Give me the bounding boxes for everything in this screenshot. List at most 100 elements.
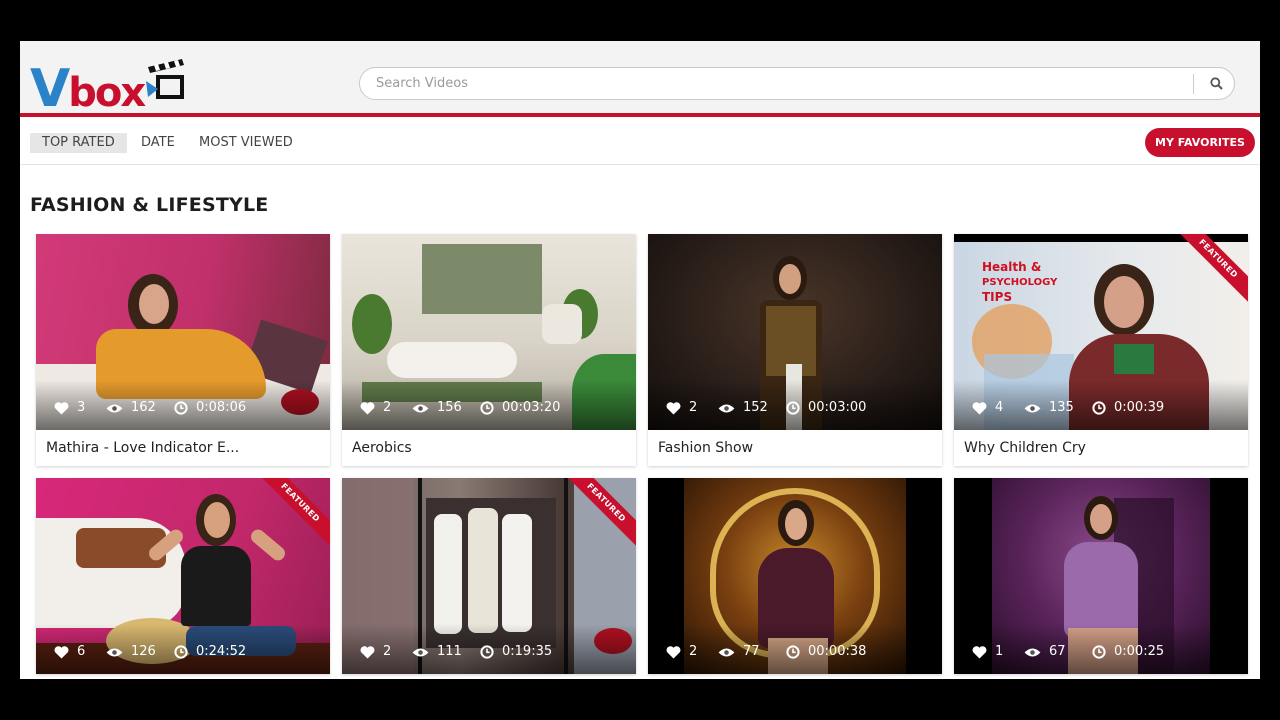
view-count: 67 — [1024, 643, 1066, 661]
clock-icon — [174, 645, 196, 659]
video-card[interactable]: Health & PSYCHOLOGY TIPS FEATURED 4 135 0:00… — [954, 234, 1248, 466]
heart-icon — [972, 401, 995, 415]
video-card[interactable]: 2 77 00:00:38 — [648, 478, 942, 674]
heart-icon — [666, 401, 689, 415]
video-stats: 2 156 00:03:20 — [342, 380, 636, 430]
like-count: 2 — [360, 399, 391, 417]
video-stats: 3 162 0:08:06 — [36, 380, 330, 430]
view-count-text: 135 — [1049, 400, 1074, 415]
view-count: 162 — [106, 399, 156, 417]
like-count-text: 1 — [995, 644, 1004, 659]
video-card[interactable]: FEATURED 6 126 0:24:52 — [36, 478, 330, 674]
like-count: 6 — [54, 643, 85, 661]
video-duration: 0:08:06 — [174, 399, 246, 417]
video-duration-text: 00:03:20 — [502, 400, 561, 415]
video-duration-text: 00:00:38 — [808, 644, 867, 659]
video-stats: 2 111 0:19:35 — [342, 624, 636, 674]
like-count: 2 — [666, 399, 697, 417]
clock-icon — [1092, 401, 1114, 415]
heart-icon — [360, 401, 383, 415]
like-count-text: 6 — [77, 644, 86, 659]
browser-viewport: Vbox TOP RATED DATE MOST VIEW — [20, 41, 1260, 679]
video-title[interactable]: Mathira - Love Indicator E... — [36, 430, 330, 466]
video-duration: 00:03:20 — [480, 399, 560, 417]
video-title[interactable]: Fashion Show — [648, 430, 942, 466]
like-count-text: 2 — [383, 644, 392, 659]
video-thumbnail[interactable]: FEATURED 6 126 0:24:52 — [36, 478, 330, 674]
heart-icon — [972, 645, 995, 659]
view-count: 152 — [718, 399, 768, 417]
clapperboard-icon — [146, 59, 184, 99]
eye-icon — [106, 647, 131, 658]
video-thumbnail[interactable]: 2 156 00:03:20 — [342, 234, 636, 430]
view-count-text: 162 — [131, 400, 156, 415]
like-count-text: 4 — [995, 400, 1004, 415]
view-count-text: 126 — [131, 644, 156, 659]
view-count-text: 67 — [1049, 644, 1066, 659]
tab-date[interactable]: DATE — [141, 133, 175, 153]
search-divider — [1193, 74, 1194, 94]
video-duration-text: 0:00:39 — [1114, 400, 1165, 415]
video-duration-text: 0:19:35 — [502, 644, 553, 659]
video-card[interactable]: 2 156 00:03:20 Aerobics — [342, 234, 636, 466]
clock-icon — [174, 401, 196, 415]
eye-icon — [1024, 647, 1049, 658]
eye-icon — [718, 403, 743, 414]
like-count-text: 3 — [77, 400, 86, 415]
video-card[interactable]: 2 152 00:03:00 Fashion Show — [648, 234, 942, 466]
tab-most-viewed[interactable]: MOST VIEWED — [199, 133, 293, 153]
view-count: 126 — [106, 643, 156, 661]
view-count: 135 — [1024, 399, 1074, 417]
view-count-text: 156 — [437, 400, 462, 415]
logo-word-box: box — [68, 70, 146, 116]
video-stats: 2 77 00:00:38 — [648, 624, 942, 674]
sort-toolbar: TOP RATED DATE MOST VIEWED MY FAVORITES — [20, 121, 1260, 165]
video-thumbnail[interactable]: 1 67 0:00:25 — [954, 478, 1248, 674]
clock-icon — [786, 401, 808, 415]
logo-text: Vbox — [30, 59, 146, 119]
video-duration-text: 0:24:52 — [196, 644, 247, 659]
heart-icon — [360, 645, 383, 659]
video-stats: 2 152 00:03:00 — [648, 380, 942, 430]
clock-icon — [1092, 645, 1114, 659]
my-favorites-button[interactable]: MY FAVORITES — [1145, 128, 1255, 157]
search-button[interactable] — [1198, 68, 1234, 99]
eye-icon — [412, 403, 437, 414]
eye-icon — [106, 403, 131, 414]
video-thumbnail[interactable]: 3 162 0:08:06 — [36, 234, 330, 430]
search-bar — [359, 67, 1235, 100]
video-duration: 0:00:25 — [1092, 643, 1164, 661]
video-card[interactable]: 1 67 0:00:25 — [954, 478, 1248, 674]
section-title: FASHION & LIFESTYLE — [30, 194, 269, 216]
like-count-text: 2 — [689, 644, 698, 659]
tab-top-rated[interactable]: TOP RATED — [30, 133, 127, 153]
video-stats: 6 126 0:24:52 — [36, 624, 330, 674]
eye-icon — [412, 647, 437, 658]
video-thumbnail[interactable]: Health & PSYCHOLOGY TIPS FEATURED 4 135 0:00… — [954, 234, 1248, 430]
like-count-text: 2 — [383, 400, 392, 415]
vbox-logo[interactable]: Vbox — [28, 49, 188, 119]
video-duration-text: 0:00:25 — [1114, 644, 1165, 659]
video-thumbnail[interactable]: 2 152 00:03:00 — [648, 234, 942, 430]
video-card[interactable]: FEATURED 2 111 0:19:35 — [342, 478, 636, 674]
video-title[interactable]: Aerobics — [342, 430, 636, 466]
like-count: 1 — [972, 643, 1003, 661]
video-thumbnail[interactable]: FEATURED 2 111 0:19:35 — [342, 478, 636, 674]
search-icon — [1209, 77, 1223, 90]
video-thumbnail[interactable]: 2 77 00:00:38 — [648, 478, 942, 674]
view-count-text: 111 — [437, 644, 462, 659]
video-card[interactable]: 3 162 0:08:06 Mathira - Love Indicator E..… — [36, 234, 330, 466]
like-count: 2 — [360, 643, 391, 661]
video-title[interactable]: Why Children Cry — [954, 430, 1248, 466]
clock-icon — [786, 645, 808, 659]
view-count: 77 — [718, 643, 760, 661]
heart-icon — [54, 645, 77, 659]
search-input[interactable] — [376, 68, 1186, 99]
eye-icon — [718, 647, 743, 658]
like-count: 3 — [54, 399, 85, 417]
video-stats: 4 135 0:00:39 — [954, 380, 1248, 430]
view-count-text: 77 — [743, 644, 760, 659]
video-duration: 0:00:39 — [1092, 399, 1164, 417]
like-count: 4 — [972, 399, 1003, 417]
view-count-text: 152 — [743, 400, 768, 415]
